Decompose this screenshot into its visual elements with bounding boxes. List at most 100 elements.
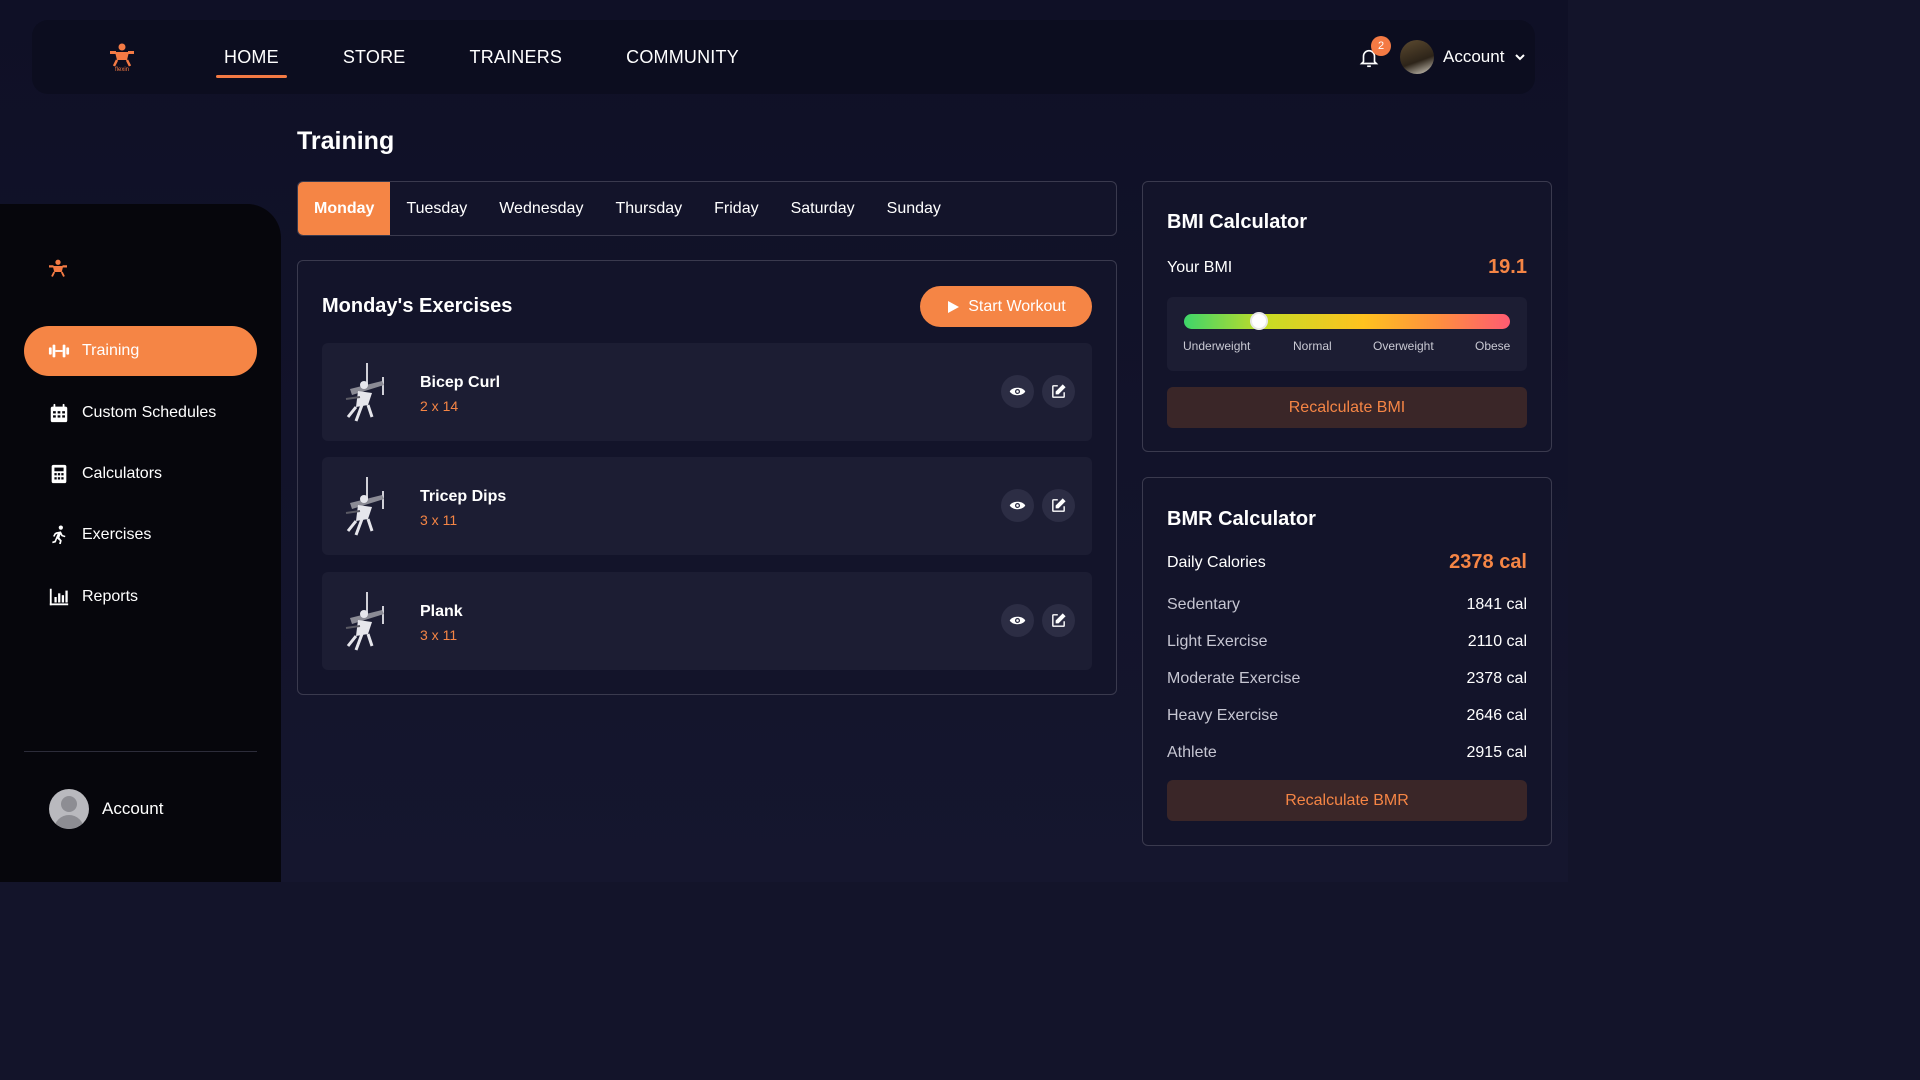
exercise-name: Plank bbox=[420, 603, 463, 620]
bmr-level-label: Heavy Exercise bbox=[1167, 707, 1279, 724]
eye-icon bbox=[1009, 387, 1026, 396]
exercise-thumbnail bbox=[345, 363, 384, 422]
eye-icon bbox=[1009, 616, 1026, 625]
play-icon bbox=[948, 300, 960, 313]
exercise-thumbnail bbox=[345, 477, 384, 536]
bmi-scale: Underweight Normal Overweight Obese bbox=[1167, 297, 1527, 371]
tab-saturday[interactable]: Saturday bbox=[775, 182, 871, 235]
bmi-tick-label: Overweight bbox=[1373, 339, 1434, 353]
bmi-label: Your BMI bbox=[1167, 259, 1233, 276]
account-menu[interactable]: Account bbox=[1400, 40, 1526, 74]
exercise-row[interactable]: Bicep Curl 2 x 14 bbox=[322, 343, 1092, 441]
tab-friday[interactable]: Friday bbox=[698, 182, 774, 235]
exercise-sets: 3 x 11 bbox=[420, 627, 458, 643]
eye-icon bbox=[1009, 501, 1026, 510]
tab-thursday[interactable]: Thursday bbox=[599, 182, 698, 235]
start-workout-button[interactable]: Start Workout bbox=[920, 286, 1092, 327]
sidebar-item-exercises[interactable]: Exercises bbox=[24, 510, 257, 560]
edit-icon bbox=[1052, 613, 1066, 627]
page-title: Training bbox=[297, 127, 395, 155]
bmr-level-label: Athlete bbox=[1167, 744, 1217, 761]
bmi-gradient-bar bbox=[1184, 314, 1510, 329]
bmr-level-row: Sedentary 1841 cal bbox=[1167, 596, 1527, 618]
calendar-icon bbox=[50, 403, 68, 423]
exercise-name: Tricep Dips bbox=[420, 488, 507, 505]
bmr-level-value: 2646 cal bbox=[1466, 707, 1528, 724]
bmi-tick-label: Normal bbox=[1293, 339, 1332, 353]
daily-calories-value: 2378 cal bbox=[1449, 551, 1527, 573]
running-icon bbox=[52, 525, 66, 545]
bmi-value: 19.1 bbox=[1488, 256, 1527, 278]
bmr-level-label: Sedentary bbox=[1167, 596, 1240, 613]
flexin-logo-small[interactable] bbox=[46, 256, 70, 282]
bmi-indicator bbox=[1249, 312, 1268, 330]
bmi-calculator-card: BMI Calculator Your BMI 19.1 Underweight… bbox=[1142, 181, 1552, 452]
view-button[interactable] bbox=[1001, 604, 1034, 637]
bmr-calculator-card: BMR Calculator Daily Calories 2378 cal S… bbox=[1142, 477, 1552, 846]
tab-tuesday[interactable]: Tuesday bbox=[390, 182, 483, 235]
sidebar-item-training[interactable]: Training bbox=[24, 326, 257, 376]
edit-icon bbox=[1052, 384, 1066, 398]
nav-store[interactable]: STORE bbox=[335, 47, 414, 68]
bmr-level-value: 1841 cal bbox=[1466, 596, 1528, 613]
bmr-level-label: Light Exercise bbox=[1167, 633, 1268, 650]
bmi-title: BMI Calculator bbox=[1167, 211, 1308, 233]
avatar bbox=[49, 789, 89, 829]
bmi-tick-label: Obese bbox=[1475, 339, 1511, 353]
nav-community[interactable]: COMMUNITY bbox=[618, 47, 747, 68]
main-nav: HOME STORE TRAINERS COMMUNITY bbox=[216, 20, 795, 94]
nav-home[interactable]: HOME bbox=[216, 47, 287, 78]
bmr-level-row: Moderate Exercise 2378 cal bbox=[1167, 670, 1527, 692]
dumbbell-icon bbox=[48, 344, 70, 358]
bmr-level-value: 2110 cal bbox=[1467, 633, 1527, 650]
sidebar-item-label: Reports bbox=[82, 588, 139, 605]
recalculate-bmr-button[interactable]: Recalculate BMR bbox=[1167, 780, 1527, 821]
bmr-level-value: 2378 cal bbox=[1466, 670, 1528, 687]
view-button[interactable] bbox=[1001, 489, 1034, 522]
sidebar-item-label: Training bbox=[82, 342, 140, 359]
exercise-row[interactable]: Plank 3 x 11 bbox=[322, 572, 1092, 670]
bar-chart-icon bbox=[49, 588, 69, 606]
sidebar-item-label: Custom Schedules bbox=[82, 404, 217, 421]
bmr-level-label: Moderate Exercise bbox=[1167, 670, 1301, 687]
exercises-title: Monday's Exercises bbox=[322, 295, 513, 317]
view-button[interactable] bbox=[1001, 375, 1034, 408]
exercise-name: Bicep Curl bbox=[420, 374, 501, 391]
bmr-level-row: Light Exercise 2110 cal bbox=[1167, 633, 1527, 655]
edit-icon bbox=[1052, 498, 1066, 512]
exercise-sets: 2 x 14 bbox=[420, 398, 459, 414]
sidebar-divider bbox=[24, 751, 257, 752]
exercises-panel: Monday's Exercises Start Workout Bicep C… bbox=[297, 260, 1117, 695]
avatar bbox=[1400, 40, 1434, 74]
sidebar-item-label: Calculators bbox=[82, 465, 163, 482]
sidebar: Training Custom Schedules Calculators Ex… bbox=[0, 204, 281, 882]
day-tabs: Monday Tuesday Wednesday Thursday Friday… bbox=[297, 181, 1117, 236]
notification-badge: 2 bbox=[1371, 36, 1391, 56]
daily-calories-label: Daily Calories bbox=[1167, 554, 1266, 571]
calculator-icon bbox=[51, 464, 67, 484]
bmi-tick-label: Underweight bbox=[1183, 339, 1251, 353]
recalculate-bmi-button[interactable]: Recalculate BMI bbox=[1167, 387, 1527, 428]
tab-monday[interactable]: Monday bbox=[298, 182, 391, 235]
exercise-row[interactable]: Tricep Dips 3 x 11 bbox=[322, 457, 1092, 555]
sidebar-item-custom-schedules[interactable]: Custom Schedules bbox=[24, 388, 257, 438]
edit-button[interactable] bbox=[1042, 375, 1075, 408]
svg-text:flexin: flexin bbox=[115, 67, 129, 72]
sidebar-item-reports[interactable]: Reports bbox=[24, 572, 257, 622]
sidebar-account[interactable]: Account bbox=[49, 789, 163, 829]
tab-sunday[interactable]: Sunday bbox=[871, 182, 957, 235]
bmr-level-row: Heavy Exercise 2646 cal bbox=[1167, 707, 1527, 729]
chevron-down-icon bbox=[1515, 54, 1526, 61]
flexin-logo[interactable]: flexin bbox=[106, 40, 138, 72]
exercise-sets: 3 x 11 bbox=[420, 512, 458, 528]
sidebar-account-label: Account bbox=[102, 799, 164, 818]
tab-wednesday[interactable]: Wednesday bbox=[483, 182, 599, 235]
nav-trainers[interactable]: TRAINERS bbox=[462, 47, 571, 68]
edit-button[interactable] bbox=[1042, 489, 1075, 522]
bmr-level-row: Athlete 2915 cal bbox=[1167, 744, 1527, 766]
sidebar-item-calculators[interactable]: Calculators bbox=[24, 449, 257, 499]
bmr-title: BMR Calculator bbox=[1167, 508, 1316, 530]
start-workout-label: Start Workout bbox=[968, 297, 1066, 315]
edit-button[interactable] bbox=[1042, 604, 1075, 637]
account-label: Account bbox=[1443, 47, 1505, 66]
